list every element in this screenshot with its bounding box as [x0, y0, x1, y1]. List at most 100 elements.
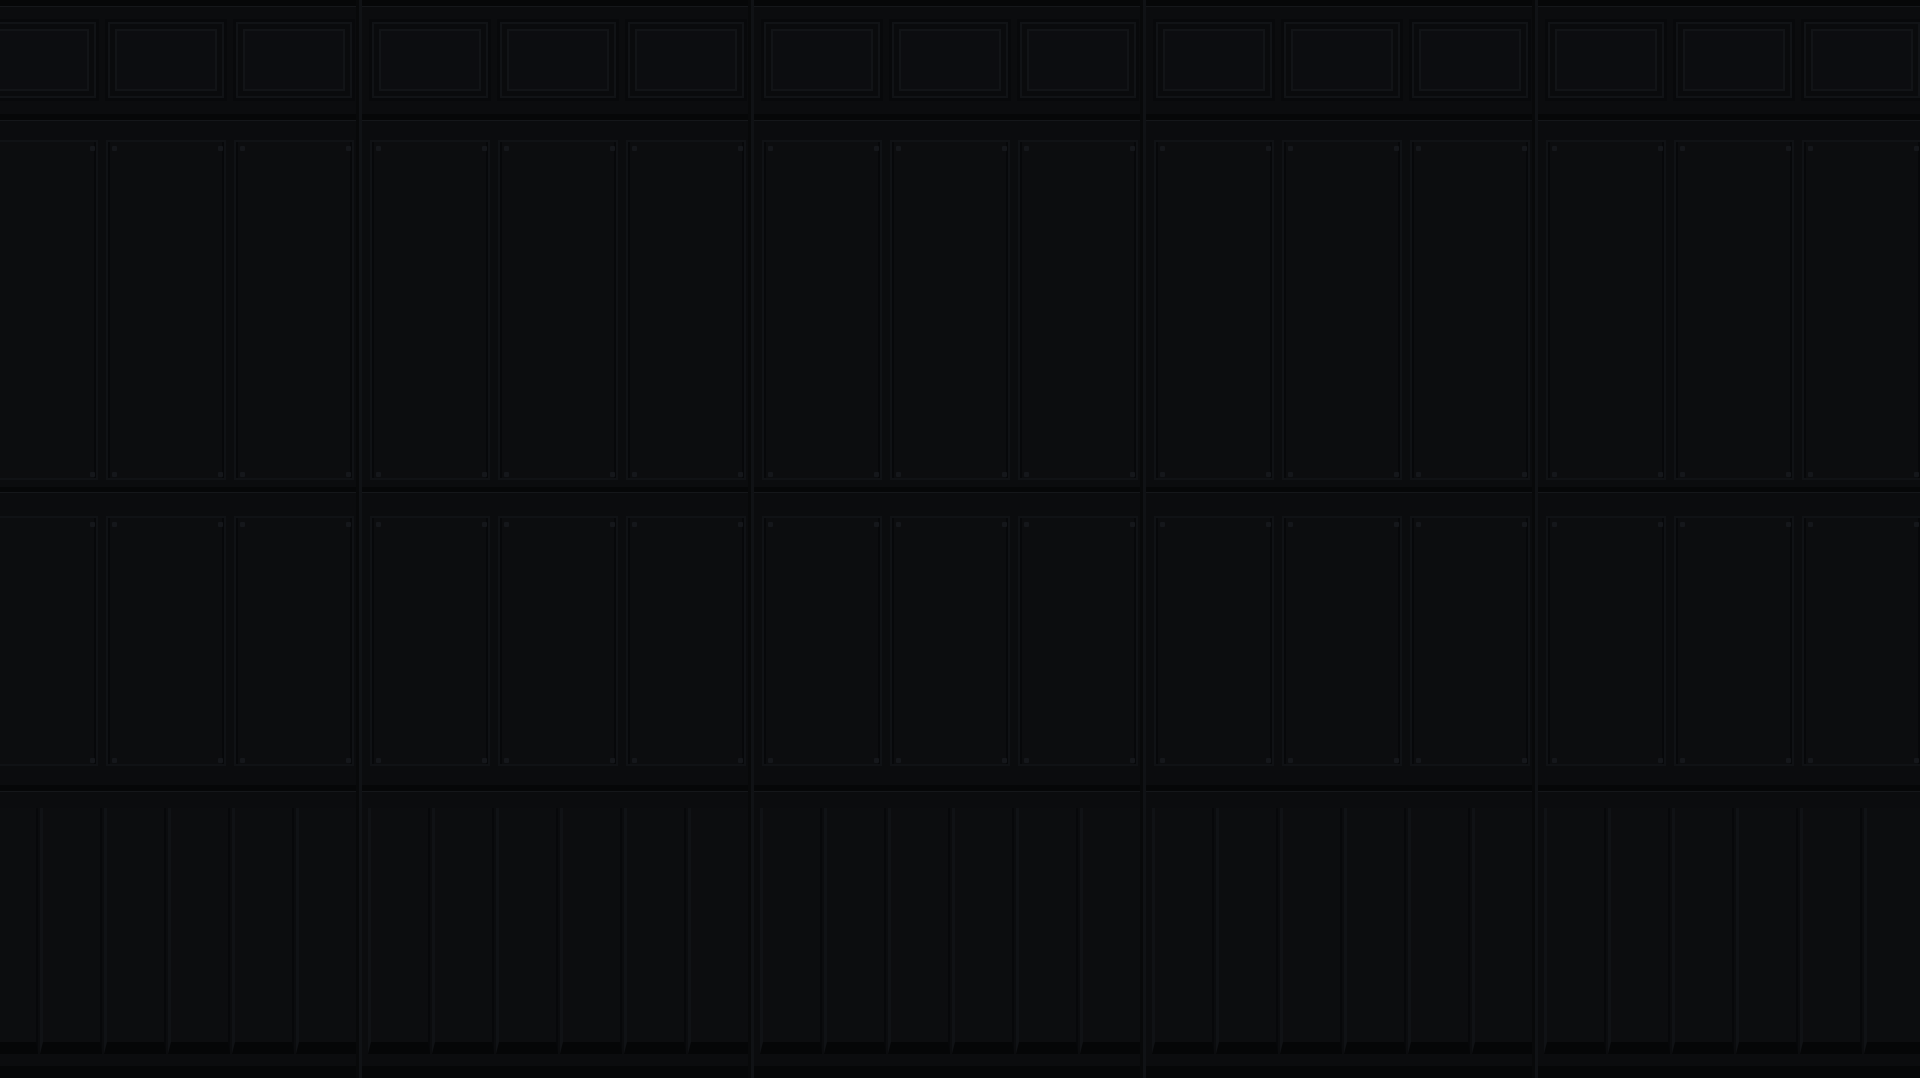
recessed-panel — [626, 516, 746, 766]
bay-divider — [1140, 0, 1146, 1078]
rivet — [90, 146, 95, 151]
rivet — [1130, 522, 1135, 527]
recessed-panel — [890, 140, 1010, 480]
vertical-slat — [1016, 808, 1078, 1054]
rivet — [1002, 758, 1007, 763]
cap-frame — [1673, 19, 1795, 101]
rivet — [1658, 522, 1663, 527]
vertical-slat — [824, 808, 886, 1054]
vertical-slat — [1408, 808, 1470, 1054]
rivet — [896, 472, 901, 477]
rivet — [218, 146, 223, 151]
rivet — [1658, 472, 1663, 477]
vertical-slat — [0, 808, 38, 1054]
vertical-slat — [1672, 808, 1734, 1054]
rivet — [1552, 146, 1557, 151]
rivet — [346, 146, 351, 151]
vertical-slat — [952, 808, 1014, 1054]
rivet — [1658, 758, 1663, 763]
rivet — [1680, 758, 1685, 763]
rivet — [1288, 472, 1293, 477]
rivet — [1130, 146, 1135, 151]
rivet — [1266, 522, 1271, 527]
recessed-panel — [1802, 516, 1920, 766]
vertical-slat — [296, 808, 358, 1054]
rivet — [874, 146, 879, 151]
rivet — [1266, 758, 1271, 763]
recessed-panel — [1154, 516, 1274, 766]
rivet — [240, 146, 245, 151]
vertical-slat — [760, 808, 822, 1054]
rivet — [1808, 758, 1813, 763]
cap-frame — [1017, 19, 1139, 101]
rivet — [1808, 522, 1813, 527]
rivet — [768, 758, 773, 763]
top-rail — [0, 0, 1920, 6]
rivet — [504, 146, 509, 151]
rivet — [1416, 472, 1421, 477]
recessed-panel — [1674, 516, 1794, 766]
rivet — [874, 758, 879, 763]
rivet — [768, 522, 773, 527]
rivet — [1808, 472, 1813, 477]
rivet — [1914, 522, 1919, 527]
rivet — [610, 758, 615, 763]
bay-divider — [356, 0, 362, 1078]
rivet — [1786, 522, 1791, 527]
vertical-slat — [1800, 808, 1862, 1054]
rivet — [874, 472, 879, 477]
rivet — [1160, 758, 1165, 763]
recessed-panel — [234, 516, 354, 766]
rivet — [504, 472, 509, 477]
vertical-slat — [368, 808, 430, 1054]
recessed-panel — [1802, 140, 1920, 480]
rivet — [1002, 522, 1007, 527]
vertical-slat — [1344, 808, 1406, 1054]
rivet — [240, 472, 245, 477]
rivet — [1160, 146, 1165, 151]
vertical-slat — [1544, 808, 1606, 1054]
rivet — [1160, 472, 1165, 477]
rivet — [504, 522, 509, 527]
rivet — [218, 522, 223, 527]
rivet — [1002, 146, 1007, 151]
rivet — [1658, 146, 1663, 151]
vertical-slat — [1864, 808, 1920, 1054]
rivet — [896, 146, 901, 151]
vertical-slat — [1280, 808, 1342, 1054]
recessed-panel — [762, 140, 882, 480]
rivet — [1394, 522, 1399, 527]
rivet — [1024, 522, 1029, 527]
rivet — [1394, 758, 1399, 763]
rivet — [112, 522, 117, 527]
rivet — [738, 472, 743, 477]
rivet — [632, 146, 637, 151]
rivet — [240, 522, 245, 527]
rivet — [874, 522, 879, 527]
rivet — [112, 146, 117, 151]
rivet — [632, 472, 637, 477]
rivet — [1522, 522, 1527, 527]
bay-divider — [748, 0, 754, 1078]
recessed-panel — [106, 140, 226, 480]
cap-rail — [0, 114, 1920, 120]
rivet — [1394, 472, 1399, 477]
cap-frame — [1281, 19, 1403, 101]
rivet — [346, 758, 351, 763]
rivet — [896, 522, 901, 527]
rivet — [376, 472, 381, 477]
recessed-panel — [1674, 140, 1794, 480]
vertical-slat — [624, 808, 686, 1054]
rivet — [1002, 472, 1007, 477]
dark-paneled-wall — [0, 0, 1920, 1078]
rivet — [1130, 472, 1135, 477]
recessed-panel — [370, 140, 490, 480]
rivet — [610, 472, 615, 477]
cap-frame — [369, 19, 491, 101]
rivet — [482, 472, 487, 477]
recessed-panel — [762, 516, 882, 766]
rivet — [738, 758, 743, 763]
recessed-panel — [1546, 516, 1666, 766]
recessed-panel — [106, 516, 226, 766]
vertical-slat — [1736, 808, 1798, 1054]
